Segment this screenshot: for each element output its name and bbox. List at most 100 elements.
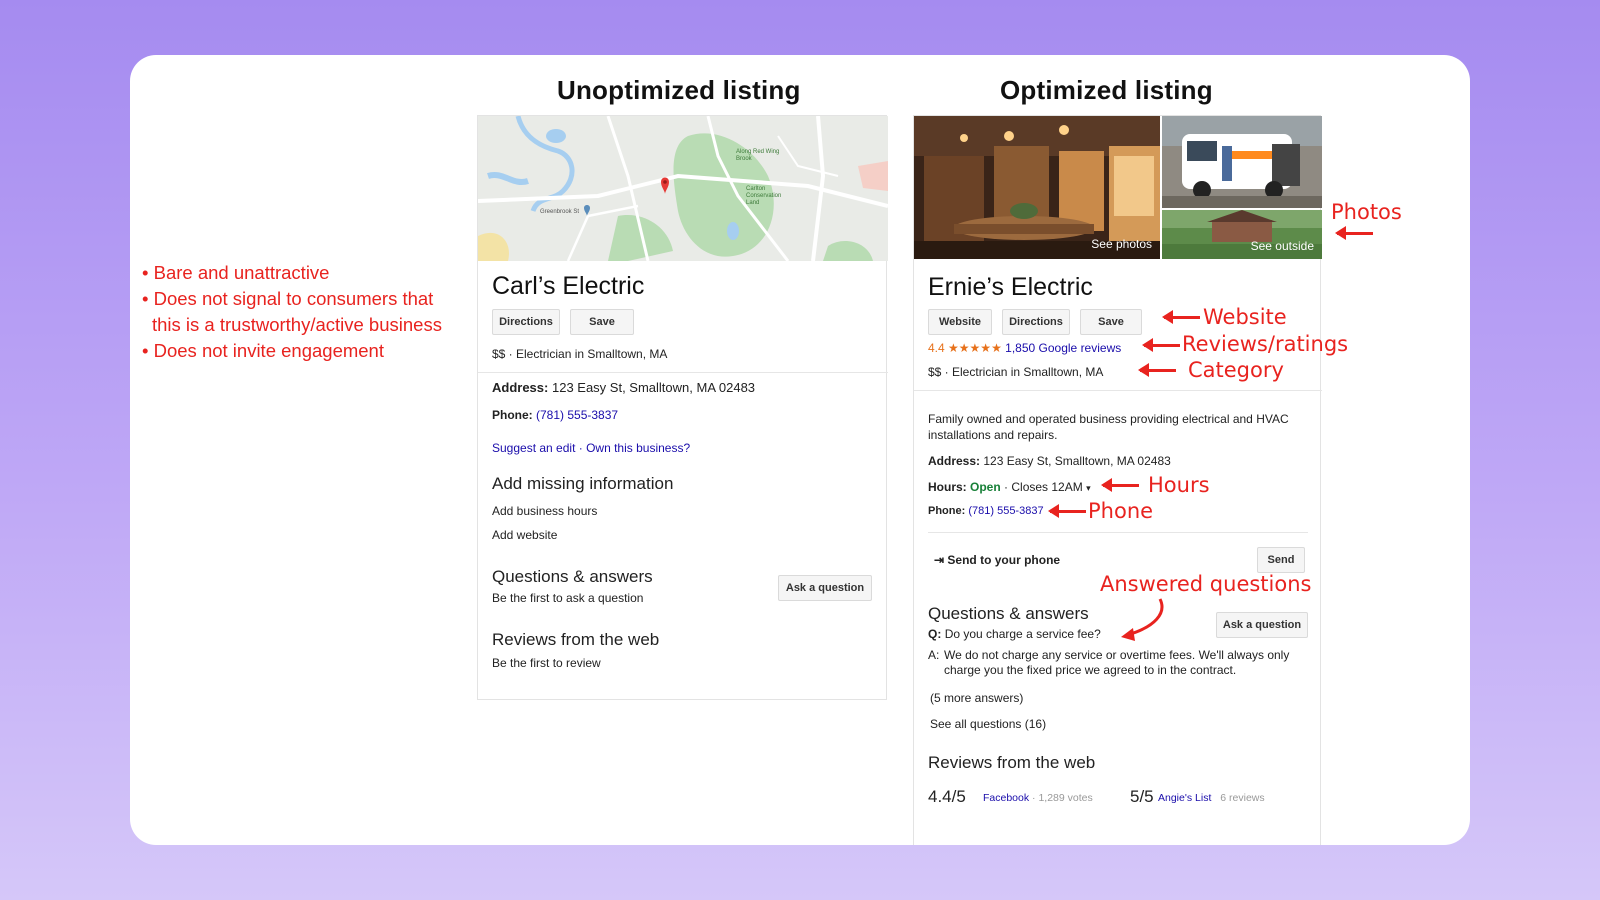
first-question-link[interactable]: Be the first to ask a question [492,591,643,605]
directions-button[interactable]: Directions [1002,309,1070,335]
rating-value: 4.4 [928,341,945,355]
map-graphic [478,116,888,261]
send-button[interactable]: Send [1257,547,1305,573]
business-name: Ernie’s Electric [928,273,1093,301]
divider [914,390,1322,391]
drawback-item: • Bare and unattractive [142,262,330,283]
divider [478,372,888,373]
phone-annotation: Phone [1088,499,1154,523]
phone-arrow-icon [1048,504,1086,518]
interior-photo[interactable]: See photos [914,116,1160,259]
hours-arrow-icon [1101,478,1139,492]
reviews-title: Reviews from the web [928,753,1096,772]
phone-link[interactable]: (781) 555-3837 [536,408,618,422]
see-photos-label[interactable]: See photos [1091,237,1152,251]
missing-info-title: Add missing information [492,474,674,493]
see-all-questions-link[interactable]: See all questions (16) [930,717,1046,731]
drawback-item: • Does not invite engagement [142,340,384,361]
photos-arrow-icon [1335,226,1373,240]
hours-open-status: Open [970,480,1001,494]
qa-title: Questions & answers [928,604,1089,623]
question-label: Q: [928,627,942,641]
reviews-title: Reviews from the web [492,630,660,649]
send-to-phone-row[interactable]: ⇥ Send to your phone [934,553,1060,567]
hours-row[interactable]: Hours: Open · Closes 12AM ▾ [928,480,1091,494]
directions-button[interactable]: Directions [492,309,560,335]
phone-label: Phone: [492,408,533,422]
phone-row: Phone: (781) 555-3837 [928,505,1044,517]
van-photo-graphic [1162,116,1322,208]
save-button[interactable]: Save [570,309,634,335]
edit-links: Suggest an edit · Own this business? [492,441,690,455]
more-answers-text: (5 more answers) [930,691,1024,705]
suggest-edit-link[interactable]: Suggest an edit [492,441,575,455]
drawback-item: this is a trustworthy/active business [152,314,442,335]
separator: · [578,441,583,455]
optimized-heading: Optimized listing [1000,75,1213,105]
website-button[interactable]: Website [928,309,992,335]
hours-annotation: Hours [1148,473,1210,497]
add-website-link[interactable]: Add website [492,528,557,542]
ask-question-button[interactable]: Ask a question [778,575,872,601]
curved-arrow-icon [1121,598,1164,641]
unoptimized-listing: Along Red Wing Brook Carlton Conservatio… [477,115,888,700]
map-label-place: Greenbrook St [540,209,580,215]
website-arrow-icon [1162,310,1200,324]
chevron-down-icon[interactable]: ▾ [1086,483,1091,493]
outside-photo[interactable]: See outside [1162,210,1322,259]
add-hours-link[interactable]: Add business hours [492,504,597,518]
website-annotation: Website [1203,305,1287,329]
reviews-annotation: Reviews/ratings [1182,332,1349,356]
answer-text: We do not charge any service or overtime… [944,648,1290,677]
description: Family owned and operated business provi… [928,412,1289,442]
facebook-votes: · 1,289 votes [1032,792,1093,804]
star-icons: ★★★★★ [948,341,1002,355]
angies-review-count: 6 reviews [1220,792,1265,804]
category-text: $$ · Electrician in Smalltown, MA [492,347,668,361]
reviews-link[interactable]: 1,850 Google reviews [1005,341,1121,355]
address-value: 123 Easy St, Smalltown, MA 02483 [551,380,756,395]
hours-close: · Closes 12AM [1004,480,1083,494]
qa-title: Questions & answers [492,567,653,586]
category-annotation: Category [1188,358,1284,382]
address-row: Address: 123 Easy St, Smalltown, MA 0248… [492,380,755,395]
facebook-rating-score: 4.4/5 [928,787,966,806]
question-row: Q: Do you charge a service fee? [928,627,1101,641]
address-row: Address: 123 Easy St, Smalltown, MA 0248… [928,454,1171,468]
angies-list-link[interactable]: Angie's List [1158,792,1211,804]
van-photo[interactable] [1162,116,1322,208]
phone-link[interactable]: (781) 555-3837 [968,505,1043,517]
hours-label: Hours: [928,480,967,494]
facebook-rating-meta: Facebook · 1,289 votes [983,792,1093,804]
category-text: $$ · Electrician in Smalltown, MA [928,365,1104,379]
photos-annotation: Photos [1331,200,1402,224]
rating-row: 4.4 ★★★★★ 1,850 Google reviews [928,341,1121,355]
address-value: 123 Easy St, Smalltown, MA 02483 [983,454,1171,468]
optimized-listing: See photos See outside Ernie’s Electric … [913,115,1322,845]
reviews-arrow-icon [1142,338,1180,352]
phone-row: Phone: (781) 555-3837 [492,408,618,422]
unoptimized-heading: Unoptimized listing [557,75,801,105]
save-button[interactable]: Save [1080,309,1142,335]
first-review-link[interactable]: Be the first to review [492,656,601,670]
own-business-link[interactable]: Own this business? [586,441,690,455]
map[interactable]: Along Red Wing Brook Carlton Conservatio… [478,116,888,261]
angies-rating-meta: Angie's List 6 reviews [1158,792,1265,804]
answer-label: A: [928,648,940,662]
map-label-conservation: Carlton Conservation Land [746,186,782,206]
phone-label: Phone: [928,505,966,517]
ask-question-button[interactable]: Ask a question [1216,612,1308,638]
see-outside-label[interactable]: See outside [1251,239,1314,253]
answered-questions-annotation: Answered questions [1100,572,1312,596]
divider [928,532,1308,533]
send-to-phone-icon: ⇥ [934,553,945,567]
drawbacks-list: • Bare and unattractive • Does not signa… [142,260,442,364]
question-text: Do you charge a service fee? [944,627,1101,641]
drawback-item: • Does not signal to consumers that [142,288,434,309]
address-label: Address: [928,454,981,468]
facebook-link[interactable]: Facebook [983,792,1029,804]
address-label: Address: [492,380,549,395]
angies-rating-score: 5/5 [1130,787,1154,806]
business-name: Carl’s Electric [492,272,645,300]
content-card: Unoptimized listing Optimized listing • … [130,55,1470,845]
